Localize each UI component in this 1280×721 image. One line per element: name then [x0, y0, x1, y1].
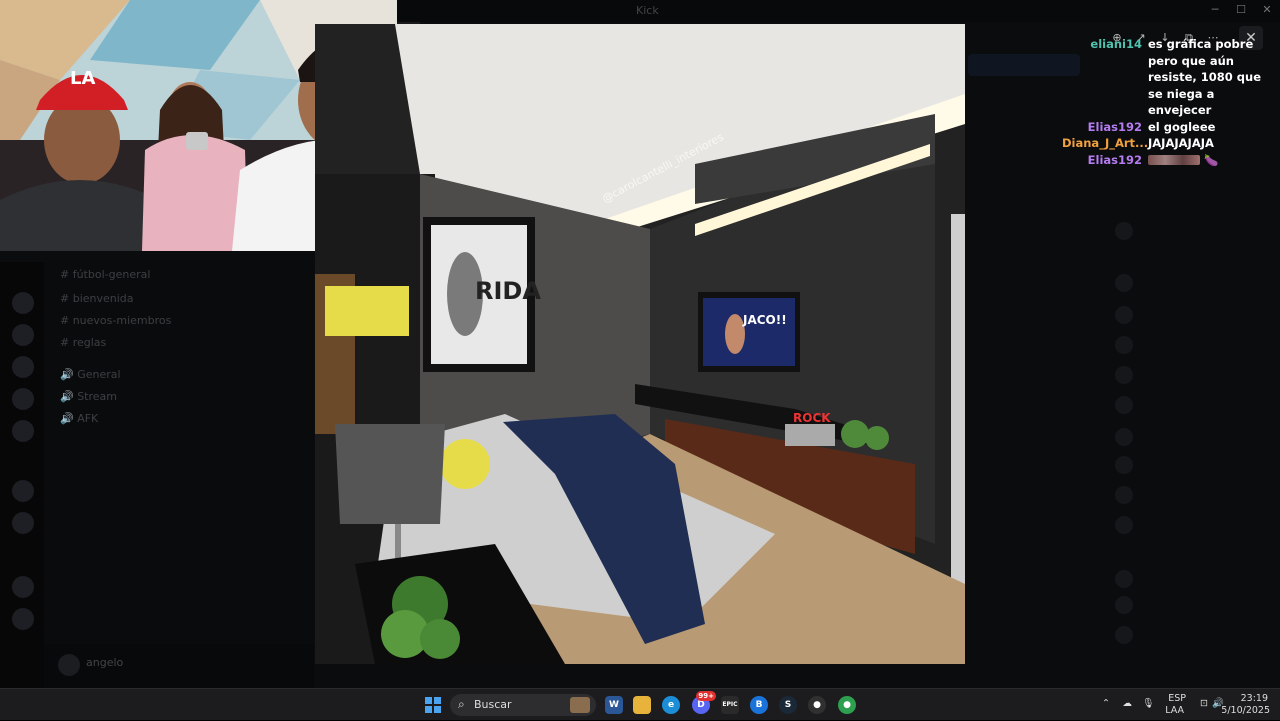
chat-text: el gogleee: [1148, 119, 1216, 134]
cloud-icon[interactable]: ☁: [1123, 698, 1133, 709]
screen: Kick ─ ☐ ✕ # fútbol-general # bienvenida…: [0, 0, 1280, 688]
close-window-icon[interactable]: ✕: [1254, 0, 1280, 20]
server-icon[interactable]: [12, 512, 34, 534]
discord-icon[interactable]: D 99+: [692, 691, 716, 714]
file-explorer-icon[interactable]: [633, 696, 651, 714]
image-viewer: RIDA JACO!! ROCK @carolcantelli_interior…: [315, 24, 965, 664]
channel-item[interactable]: # reglas: [60, 336, 106, 349]
tv-text: JACO!!: [742, 313, 787, 327]
search-icon: ⌕: [458, 697, 465, 711]
channel-list: # fútbol-general # bienvenida # nuevos-m…: [44, 262, 314, 688]
member-avatar[interactable]: [1115, 570, 1133, 588]
member-avatar[interactable]: [1115, 336, 1133, 354]
server-icon[interactable]: [12, 356, 34, 378]
server-icon[interactable]: [12, 388, 34, 410]
member-avatar[interactable]: [1115, 306, 1133, 324]
bedroom-image: RIDA JACO!! ROCK: [315, 24, 965, 664]
chat-message: Elias192 🍆: [1062, 152, 1272, 169]
clock-time[interactable]: 23:19: [1241, 693, 1268, 704]
avatar[interactable]: [58, 654, 80, 676]
search-label: Buscar: [474, 698, 512, 711]
member-avatar[interactable]: [1115, 626, 1133, 644]
chat-text: JAJAJAJAJA: [1148, 136, 1214, 150]
clock-date[interactable]: 5/10/2025: [1221, 705, 1270, 716]
chat-username: eliani14: [1090, 37, 1142, 51]
language-bottom[interactable]: LAA: [1165, 705, 1184, 716]
emote-strip: [1148, 155, 1200, 165]
channel-item[interactable]: # bienvenida: [60, 292, 134, 305]
network-icon[interactable]: ⊡: [1200, 698, 1208, 709]
chat-username: Elias192: [1087, 119, 1142, 134]
taskbar: ⌕ Buscar W e D 99+ EPIC B S ● ● ⌃ ☁ 🎙 ESP…: [0, 688, 1280, 720]
member-avatar[interactable]: [1115, 516, 1133, 534]
server-icon[interactable]: [12, 292, 34, 314]
server-icon[interactable]: [12, 480, 34, 502]
chat-text: es gráfica pobre pero que aún resiste, 1…: [1148, 37, 1262, 117]
obs-icon[interactable]: ●: [808, 696, 826, 714]
taskbar-search[interactable]: ⌕ Buscar: [450, 694, 596, 716]
chat-username: Diana_J_Art...: [1062, 136, 1148, 150]
explore-icon[interactable]: [12, 608, 34, 630]
poster-text: RIDA: [475, 277, 541, 305]
channel-item[interactable]: # nuevos-miembros: [60, 314, 171, 327]
chat-emotes: 🍆: [1148, 152, 1272, 169]
notification-badge: 99+: [696, 691, 716, 701]
member-avatar[interactable]: [1115, 486, 1133, 504]
epic-games-icon[interactable]: EPIC: [721, 696, 739, 714]
chevron-up-icon[interactable]: ⌃: [1102, 698, 1110, 709]
chrome-icon[interactable]: ●: [838, 696, 856, 714]
channel-item[interactable]: 🔊 AFK: [60, 412, 98, 425]
user-panel: angelo: [44, 644, 314, 688]
member-avatar[interactable]: [1115, 274, 1133, 292]
stream-chat-overlay: eliani14 es gráfica pobre pero que aún r…: [1062, 36, 1272, 168]
chat-message: eliani14 es gráfica pobre pero que aún r…: [1062, 36, 1272, 119]
chat-message: Diana_J_Art... JAJAJAJAJA: [1062, 135, 1272, 152]
channel-header[interactable]: # fútbol-general: [60, 268, 150, 281]
word-icon[interactable]: W: [605, 696, 623, 714]
window-title: Kick: [636, 4, 659, 17]
member-avatar[interactable]: [1115, 456, 1133, 474]
server-list: [0, 262, 44, 688]
edge-icon[interactable]: e: [662, 696, 680, 714]
member-avatar[interactable]: [1115, 366, 1133, 384]
svg-text:LA: LA: [70, 68, 95, 89]
language-top[interactable]: ESP: [1168, 693, 1186, 704]
chat-message: Elias192 el gogleee: [1062, 119, 1272, 136]
sign-text: ROCK: [793, 411, 831, 425]
member-avatar[interactable]: [1115, 428, 1133, 446]
member-avatar[interactable]: [1115, 396, 1133, 414]
windows-start-icon[interactable]: [425, 697, 441, 713]
member-avatar[interactable]: [1115, 222, 1133, 240]
channel-item[interactable]: 🔊 General: [60, 368, 121, 381]
chat-username: Elias192: [1087, 152, 1142, 167]
server-icon[interactable]: [12, 420, 34, 442]
microphone-icon[interactable]: 🎙: [1142, 698, 1154, 709]
minimize-icon[interactable]: ─: [1202, 0, 1228, 20]
steam-icon[interactable]: S: [779, 696, 797, 714]
user-name: angelo: [86, 656, 124, 669]
battle-net-icon[interactable]: B: [750, 696, 768, 714]
channel-item[interactable]: 🔊 Stream: [60, 390, 117, 403]
member-avatar[interactable]: [1115, 596, 1133, 614]
add-server-icon[interactable]: [12, 576, 34, 598]
server-icon[interactable]: [12, 324, 34, 346]
member-list: [1095, 160, 1280, 688]
maximize-icon[interactable]: ☐: [1228, 0, 1254, 20]
search-highlight-image: [570, 697, 590, 713]
emote-icon: 🍆: [1204, 152, 1219, 167]
